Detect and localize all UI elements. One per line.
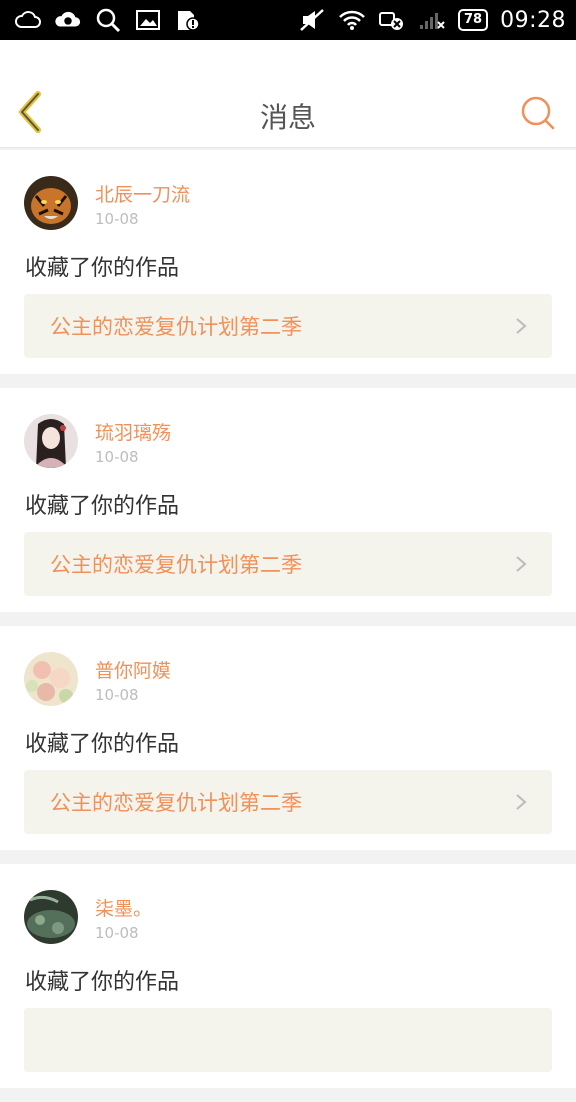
page-title: 消息 — [259, 101, 316, 134]
message-card: 琉羽璃殇 10-08 收藏了你的作品 公主的恋爱复仇计划第二季 — [0, 388, 576, 612]
message-date: 10-08 — [95, 686, 139, 704]
message-date: 10-08 — [95, 448, 139, 466]
message-card: 柒墨。 10-08 收藏了你的作品 — [0, 864, 576, 1088]
avatar[interactable] — [24, 414, 78, 468]
message-card: 北辰一刀流 10-08 收藏了你的作品 公主的恋爱复仇计划第二季 — [0, 150, 576, 374]
work-link[interactable]: 公主的恋爱复仇计划第二季 — [24, 532, 552, 596]
status-left-icons — [14, 7, 202, 33]
search-button[interactable] — [520, 95, 556, 131]
work-link[interactable] — [24, 1008, 552, 1072]
mute-icon — [298, 7, 326, 33]
search-icon — [94, 7, 122, 33]
message-date: 10-08 — [95, 210, 139, 228]
username[interactable]: 琉羽璃殇 — [95, 418, 171, 445]
message-action: 收藏了你的作品 — [25, 732, 180, 757]
work-title: 公主的恋爱复仇计划第二季 — [50, 315, 302, 339]
clock: 09:28 — [500, 7, 566, 33]
signal-icon — [418, 7, 446, 33]
sim-alert-icon — [174, 7, 202, 33]
data-off-icon — [378, 7, 406, 33]
username[interactable]: 柒墨。 — [95, 894, 152, 921]
chevron-right-icon — [516, 556, 527, 572]
search-icon — [521, 96, 555, 130]
cloud-icon — [54, 7, 82, 33]
wifi-icon — [338, 7, 366, 33]
username[interactable]: 北辰一刀流 — [95, 180, 190, 207]
weather-icon — [14, 7, 42, 33]
work-title: 公主的恋爱复仇计划第二季 — [50, 791, 302, 815]
message-card: 普你阿嫫 10-08 收藏了你的作品 公主的恋爱复仇计划第二季 — [0, 626, 576, 850]
message-list: 北辰一刀流 10-08 收藏了你的作品 公主的恋爱复仇计划第二季 琉羽璃殇 10… — [0, 150, 576, 1102]
avatar[interactable] — [24, 890, 78, 944]
app-header: 消息 — [0, 40, 576, 148]
work-link[interactable]: 公主的恋爱复仇计划第二季 — [24, 770, 552, 834]
battery-indicator: 78 — [458, 9, 489, 31]
avatar[interactable] — [24, 652, 78, 706]
status-right-icons: 78 09:28 — [298, 7, 566, 33]
chevron-right-icon — [516, 318, 527, 334]
work-link[interactable]: 公主的恋爱复仇计划第二季 — [24, 294, 552, 358]
message-action: 收藏了你的作品 — [25, 494, 180, 519]
avatar[interactable] — [24, 176, 78, 230]
username[interactable]: 普你阿嫫 — [95, 656, 171, 683]
message-action: 收藏了你的作品 — [25, 256, 180, 281]
status-bar: 78 09:28 — [0, 0, 576, 40]
message-date: 10-08 — [95, 924, 139, 942]
message-action: 收藏了你的作品 — [25, 970, 180, 995]
work-title: 公主的恋爱复仇计划第二季 — [50, 553, 302, 577]
chevron-right-icon — [516, 794, 527, 810]
image-icon — [134, 7, 162, 33]
